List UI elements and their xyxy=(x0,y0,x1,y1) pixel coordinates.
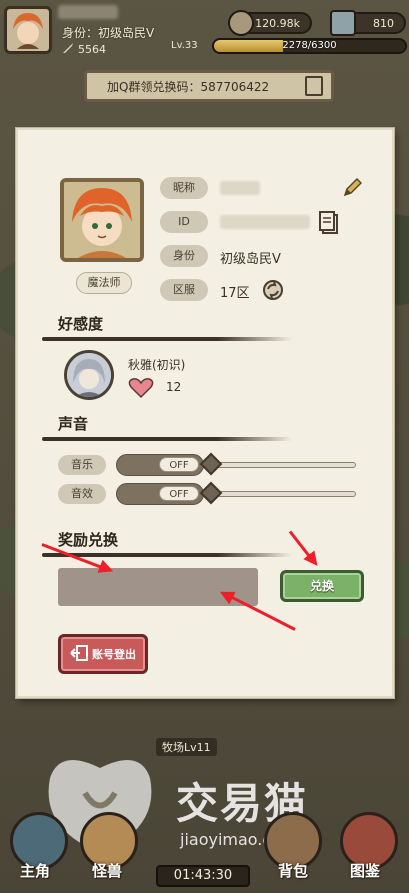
sfx-label: 音效 xyxy=(58,484,106,504)
character-portrait xyxy=(60,178,144,262)
heart-icon xyxy=(128,377,154,403)
gold-resource[interactable]: 120.98k xyxy=(228,10,312,36)
id-label: ID xyxy=(160,211,208,233)
class-badge: 魔法师 xyxy=(76,272,132,294)
companion-name: 秋雅(初识) xyxy=(128,358,186,372)
tab-monsters-label: 怪兽 xyxy=(92,862,123,880)
tab-codex-label: 图鉴 xyxy=(350,862,381,880)
heart-count: 12 xyxy=(166,380,182,394)
identity-value: 初级岛民V xyxy=(220,252,281,267)
server-label: 区服 xyxy=(160,279,208,301)
id-redacted xyxy=(220,215,310,229)
identity-label: 身份 xyxy=(160,245,208,267)
switch-server-icon[interactable] xyxy=(262,279,284,305)
copy-icon[interactable] xyxy=(305,76,323,96)
gem-resource[interactable]: 810 xyxy=(330,10,406,36)
timer: 01:43:30 xyxy=(156,865,250,887)
logout-icon xyxy=(70,644,88,664)
power-value: 5564 xyxy=(78,43,106,56)
logout-label: 账号登出 xyxy=(92,648,136,661)
gem-icon xyxy=(330,10,356,36)
sfx-toggle-state: OFF xyxy=(159,486,199,501)
player-avatar[interactable] xyxy=(4,6,52,54)
coin-icon xyxy=(228,10,254,36)
affection-title: 好感度 xyxy=(58,315,104,333)
music-toggle-state: OFF xyxy=(159,457,199,472)
player-name-redacted xyxy=(58,5,118,19)
redeem-button[interactable]: 兑换 xyxy=(280,570,364,602)
tab-bag-label: 背包 xyxy=(278,862,309,880)
redeem-code-banner[interactable]: 加Q群领兑换码：587706422 xyxy=(84,70,334,102)
section-divider xyxy=(42,337,292,341)
music-toggle[interactable]: OFF xyxy=(116,454,204,476)
music-volume-slider[interactable] xyxy=(199,452,356,476)
xp-bar: 2278/6300 xyxy=(212,38,407,54)
gem-value: 810 xyxy=(373,16,394,30)
player-identity: 身份：初级岛民V xyxy=(62,26,155,40)
tab-hero-label: 主角 xyxy=(20,862,51,880)
nickname-redacted xyxy=(220,181,260,195)
section-divider xyxy=(42,437,292,441)
companion-avatar[interactable] xyxy=(64,350,114,400)
sound-title: 声音 xyxy=(58,415,89,433)
server-value: 17区 xyxy=(220,286,250,301)
sfx-volume-slider[interactable] xyxy=(199,481,356,505)
nickname-label: 昵称 xyxy=(160,177,208,199)
power-display: 5564 xyxy=(62,42,106,57)
sword-icon xyxy=(62,42,74,57)
ranch-level[interactable]: 牧场Lv11 xyxy=(156,738,217,756)
redeem-title: 奖励兑换 xyxy=(58,531,119,549)
player-level: Lv.33 xyxy=(171,40,198,51)
redeem-banner-text: 加Q群领兑换码：587706422 xyxy=(107,79,270,94)
gold-value: 120.98k xyxy=(255,16,300,30)
sfx-toggle[interactable]: OFF xyxy=(116,483,204,505)
music-label: 音乐 xyxy=(58,455,106,475)
logout-button[interactable]: 账号登出 xyxy=(58,634,148,674)
edit-pencil-icon[interactable] xyxy=(342,176,363,202)
copy-id-icon[interactable] xyxy=(318,210,340,240)
xp-text: 2278/6300 xyxy=(282,40,337,51)
